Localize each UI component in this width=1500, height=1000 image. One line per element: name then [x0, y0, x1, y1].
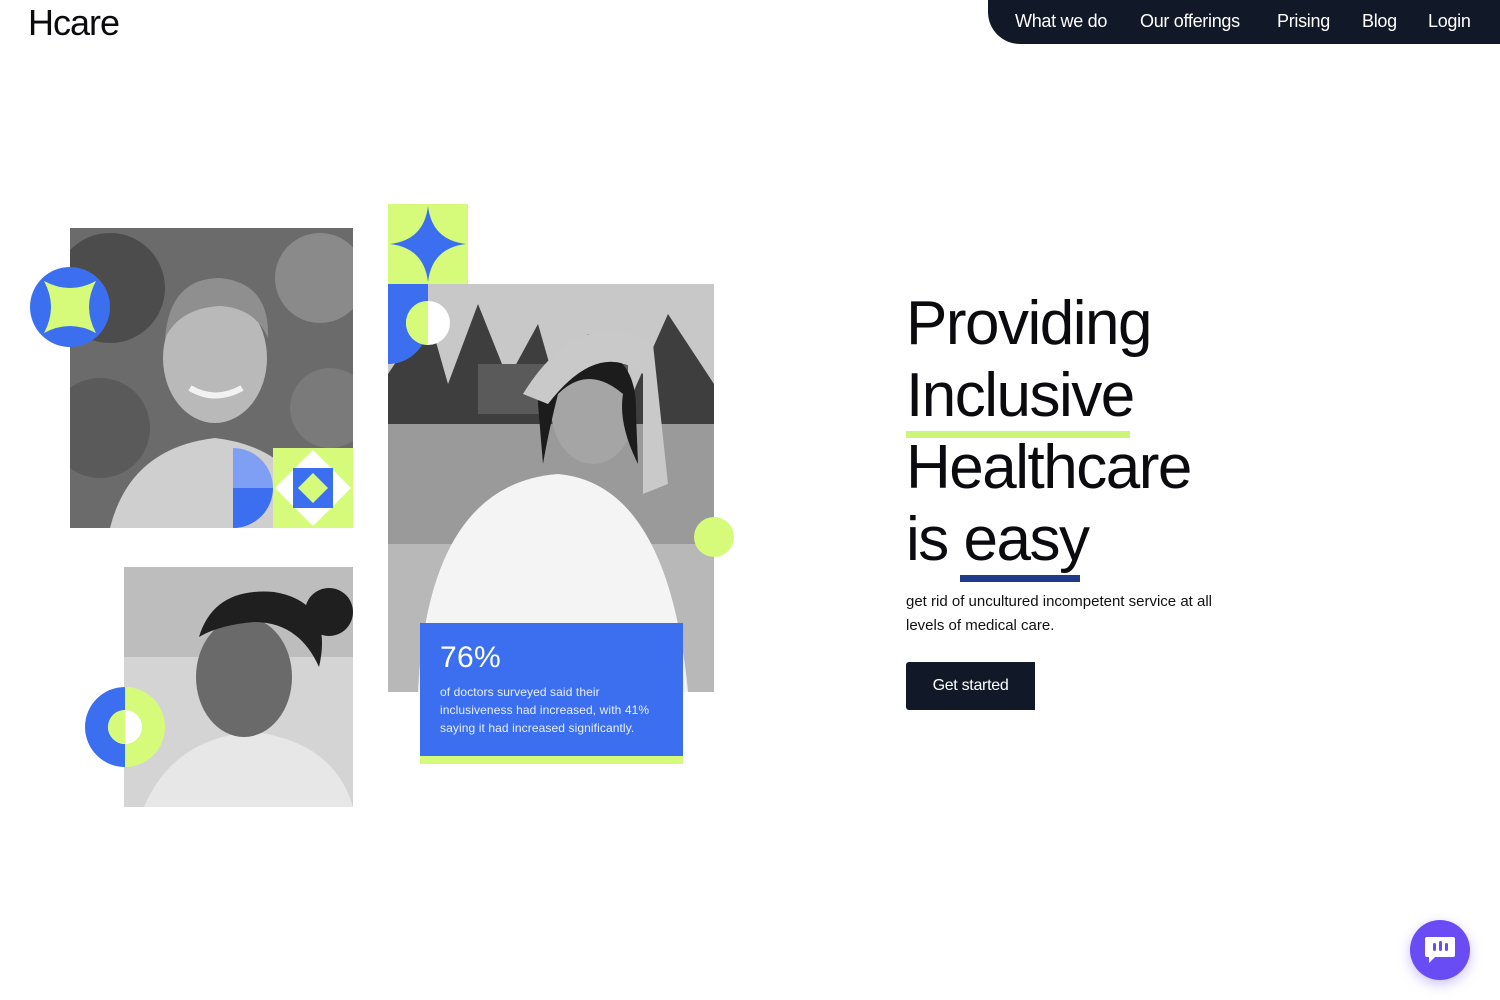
stat-value: 76% — [440, 641, 501, 674]
stat-card: 76% of doctors surveyed said their inclu… — [420, 623, 683, 756]
headline-highlight-navy — [960, 575, 1080, 582]
nav-link-blog[interactable]: Blog — [1362, 11, 1397, 32]
stat-card-underline — [420, 756, 683, 764]
nav-link-what-we-do[interactable]: What we do — [1015, 11, 1107, 32]
hero-subtext: get rid of uncultured incompetent servic… — [906, 593, 1212, 634]
top-nav: What we do Our offerings Prising Blog Lo… — [988, 0, 1500, 44]
get-started-button[interactable]: Get started — [906, 662, 1035, 710]
lime-dot — [694, 517, 734, 557]
nav-link-prising[interactable]: Prising — [1277, 11, 1330, 32]
chat-bubble-icon — [1425, 937, 1455, 963]
headline-line-2: Inclusive — [906, 361, 1135, 430]
sparkle-star-icon — [388, 204, 468, 284]
headline-line-1: Providing — [906, 289, 1152, 358]
stat-description: of doctors surveyed said their inclusive… — [440, 685, 650, 735]
half-donut-shape — [85, 687, 165, 767]
nav-link-login[interactable]: Login — [1428, 11, 1471, 32]
quarter-circle-shape — [388, 284, 450, 364]
headline-line-3: Healthcare — [906, 433, 1192, 502]
nav-link-our-offerings[interactable]: Our offerings — [1140, 11, 1240, 32]
headline-line-4-highlight: easy — [963, 505, 1090, 574]
headline-line-4-prefix: is — [906, 505, 964, 574]
chat-widget-button[interactable] — [1410, 920, 1470, 980]
hero-headline: Providing Inclusive Healthcare is easy — [906, 288, 1192, 576]
headline-line-4: is easy — [906, 504, 1191, 576]
brand-logo[interactable]: Hcare — [28, 2, 120, 44]
four-point-star-icon — [30, 267, 110, 347]
geometric-diamond-tile — [233, 448, 353, 528]
